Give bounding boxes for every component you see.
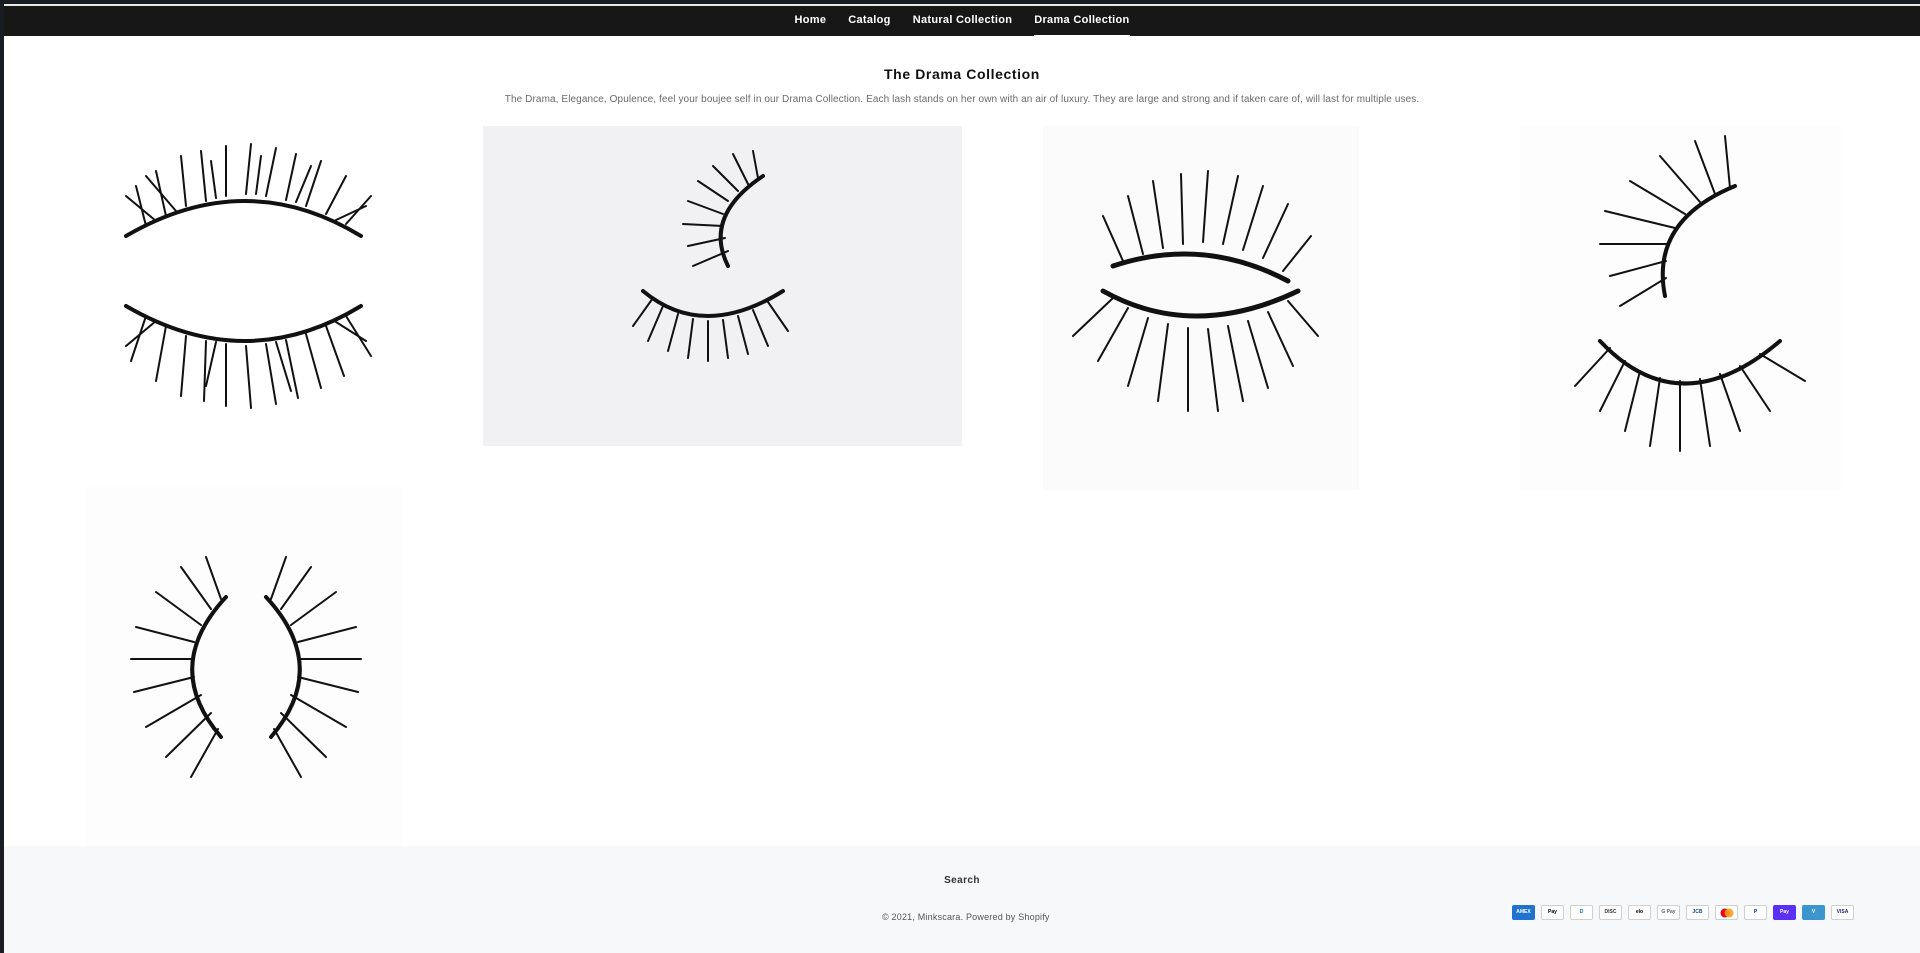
lash-image-icon	[124, 143, 372, 409]
copyright: © 2021, Minkscara. Powered by Shopify	[882, 912, 1050, 922]
nav-drama-collection[interactable]: Drama Collection	[1034, 5, 1130, 37]
paypal-icon: P	[1744, 905, 1767, 920]
lash-image-icon	[632, 150, 789, 362]
nav-home[interactable]: Home	[795, 5, 827, 37]
footer: Search © 2021, Minkscara. Powered by Sho…	[4, 846, 1920, 953]
nav-catalog[interactable]: Catalog	[848, 5, 890, 37]
shop-pay-icon: Pay	[1773, 905, 1796, 920]
lash-image-icon	[1574, 135, 1806, 452]
main-nav: Home Catalog Natural Collection Drama Co…	[4, 4, 1920, 37]
google-pay-icon: G Pay	[1657, 905, 1680, 920]
discover-icon: DISC	[1599, 905, 1622, 920]
product-image-3[interactable]	[1043, 126, 1359, 490]
american-express-icon: AMEX	[1512, 905, 1535, 920]
elo-icon: elo	[1628, 905, 1651, 920]
payment-icons: AMEX Pay D DISC elo G Pay JCB P Pay V VISA	[1512, 905, 1854, 920]
lash-image-icon	[130, 556, 362, 778]
product-image-1[interactable]	[86, 126, 402, 490]
venmo-icon: V	[1802, 905, 1825, 920]
apple-pay-icon: Pay	[1541, 905, 1564, 920]
mastercard-icon	[1715, 905, 1738, 920]
product-image-5[interactable]	[86, 487, 402, 850]
powered-by-link[interactable]: . Powered by Shopify	[961, 912, 1050, 922]
collection-description: The Drama, Elegance, Opulence, feel your…	[504, 94, 1420, 105]
visa-icon: VISA	[1831, 905, 1854, 920]
collection-title: The Drama Collection	[884, 66, 1040, 82]
product-image-4[interactable]	[1520, 126, 1841, 490]
copyright-prefix: © 2021,	[882, 912, 918, 922]
footer-search-link[interactable]: Search	[4, 875, 1920, 886]
lash-image-icon	[1072, 170, 1319, 412]
nav-natural-collection[interactable]: Natural Collection	[913, 5, 1013, 37]
store-name-link[interactable]: Minkscara	[918, 912, 961, 922]
product-image-2[interactable]	[483, 126, 962, 446]
diners-club-icon: D	[1570, 905, 1593, 920]
page: Home Catalog Natural Collection Drama Co…	[4, 4, 1920, 953]
jcb-icon: JCB	[1686, 905, 1709, 920]
window-frame: Home Catalog Natural Collection Drama Co…	[0, 0, 1920, 953]
